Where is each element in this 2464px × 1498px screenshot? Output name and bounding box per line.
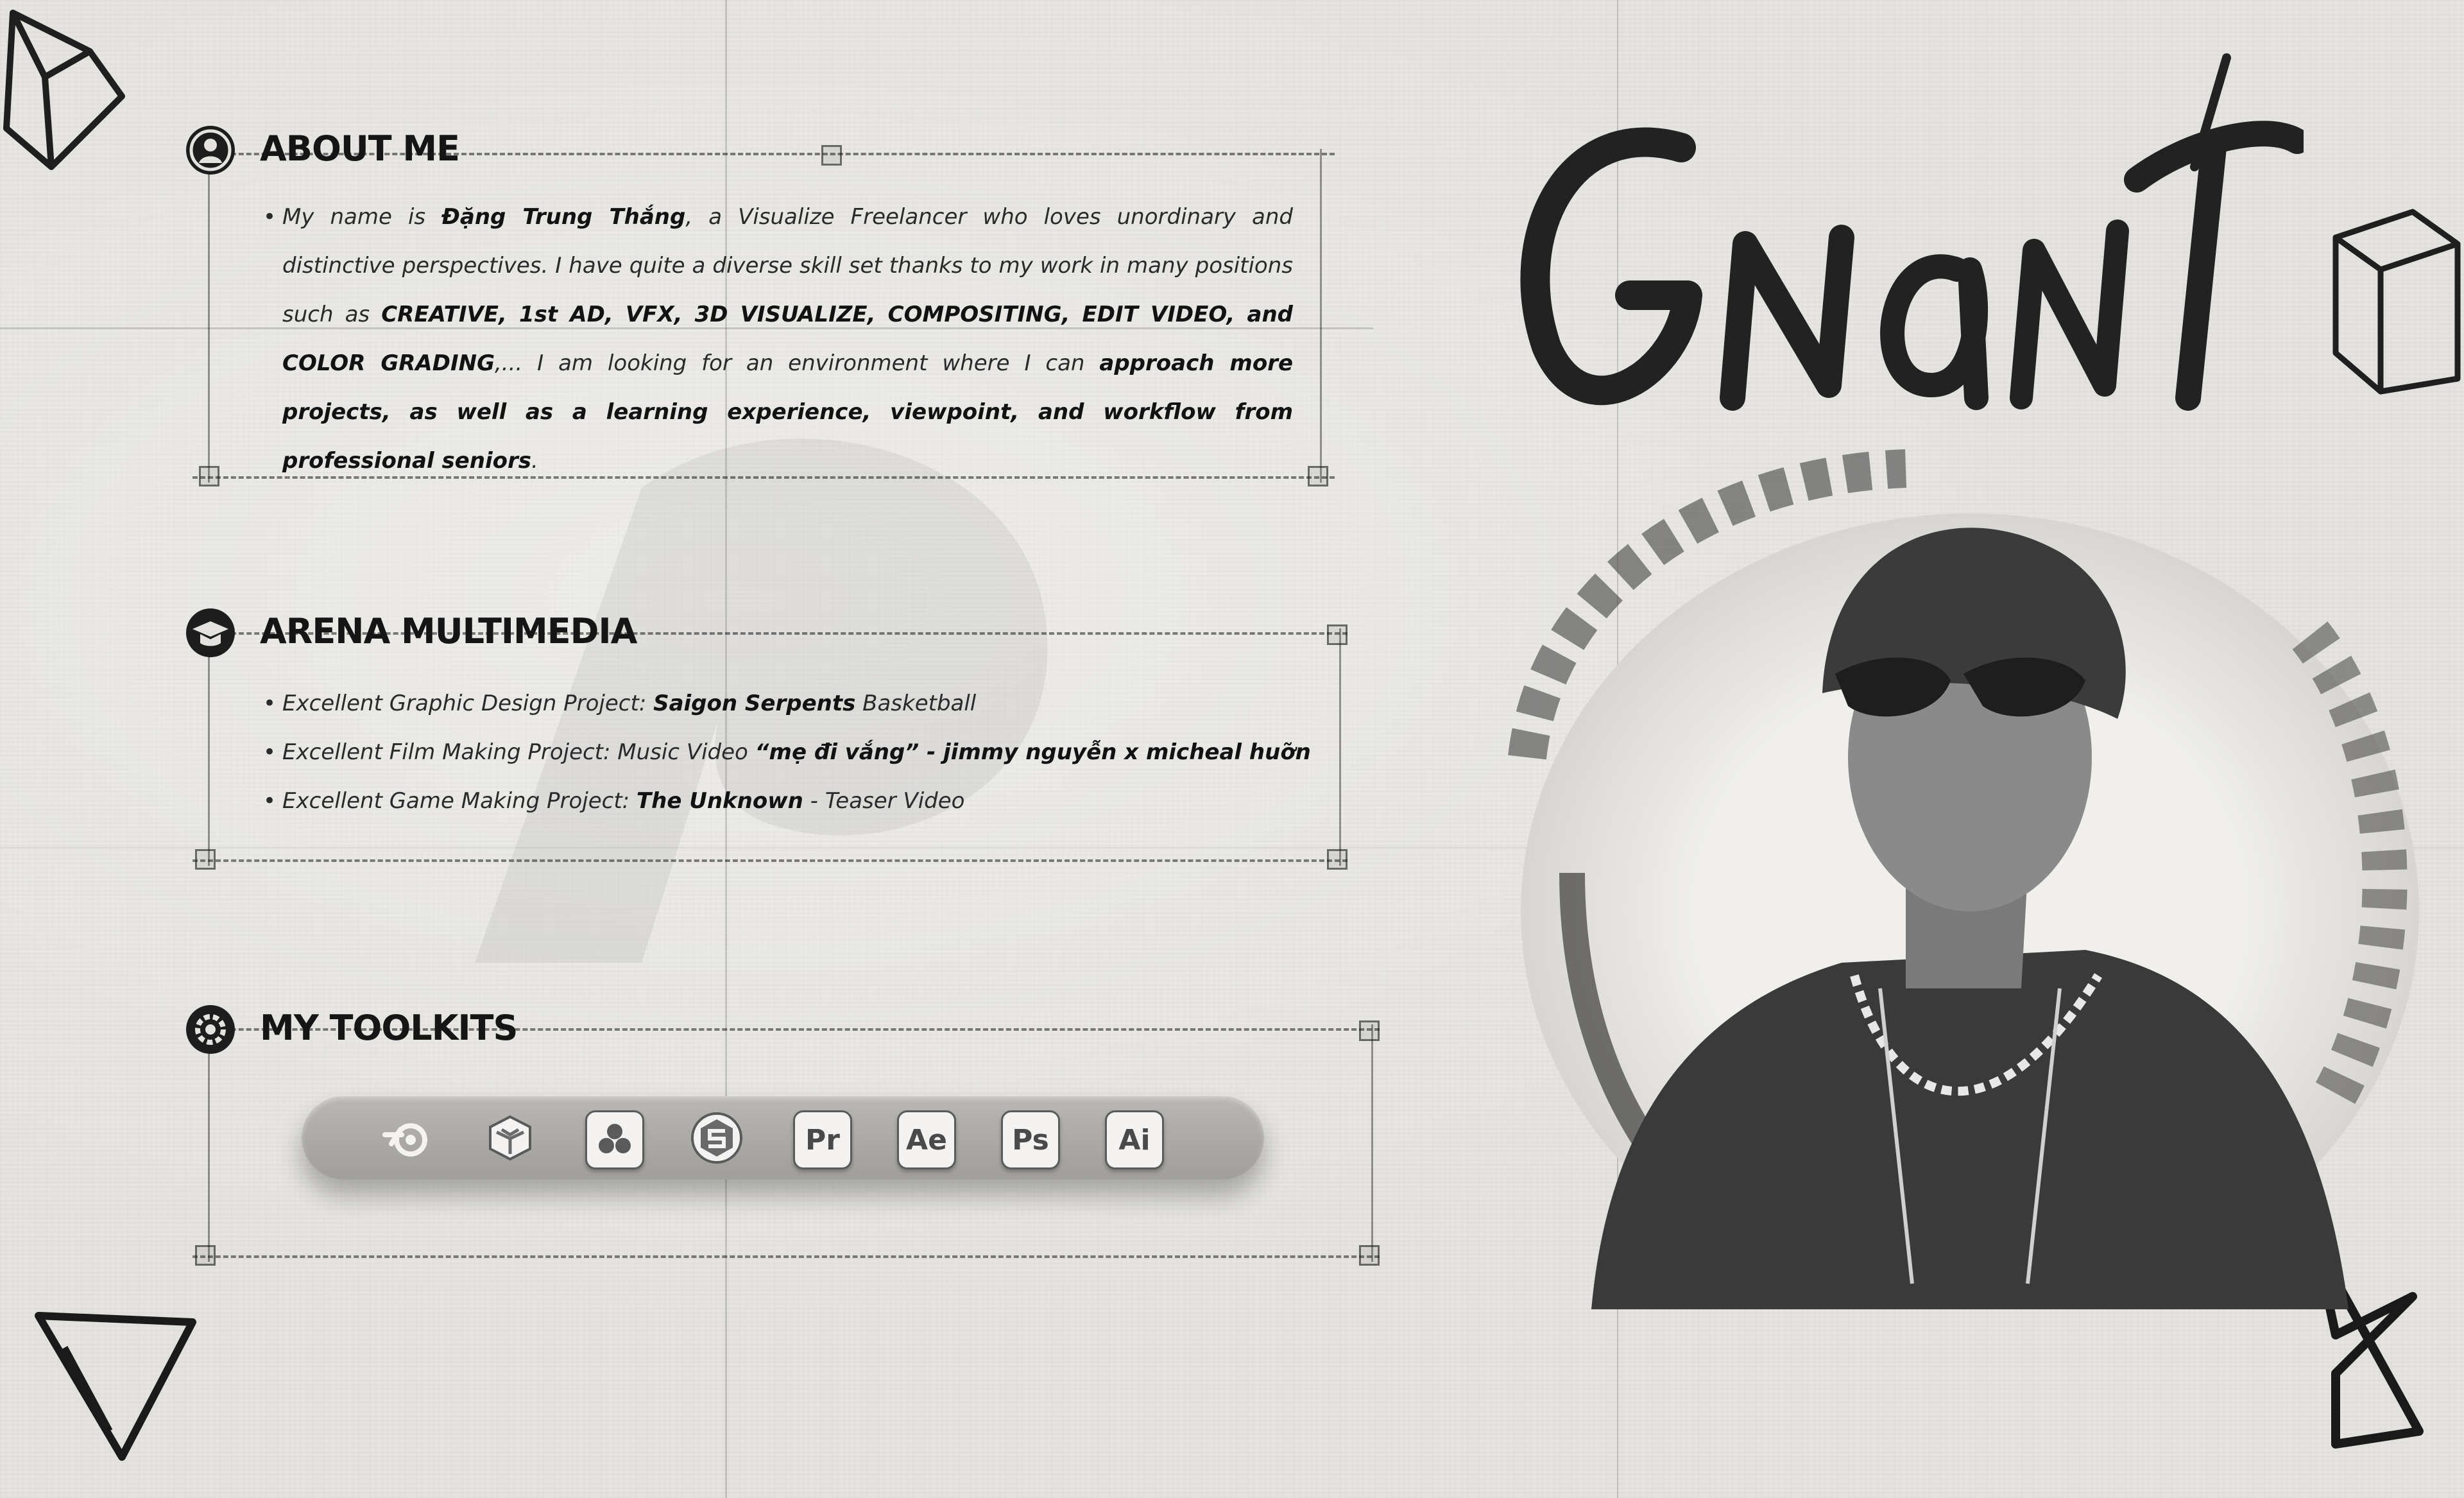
- after-effects-icon[interactable]: Ae: [897, 1110, 956, 1169]
- premiere-pro-icon[interactable]: Pr: [793, 1110, 852, 1169]
- about-title: ABOUT ME: [260, 128, 460, 169]
- toolkit-dock: Pr Ae Ps Ai: [302, 1096, 1264, 1180]
- author-name: Đặng Trung Thắng: [441, 204, 686, 230]
- graduation-cap-icon: [186, 608, 235, 657]
- arena-item-graphic-design: Excellent Graphic Design Project: Saigon…: [263, 679, 1296, 728]
- about-paragraph: My name is Đặng Trung Thắng, a Visualize…: [263, 193, 1293, 485]
- photoshop-icon[interactable]: Ps: [1001, 1110, 1060, 1169]
- substance-icon[interactable]: [689, 1110, 744, 1166]
- arena-body: Excellent Graphic Design Project: Saigon…: [263, 679, 1311, 825]
- illustrator-icon[interactable]: Ai: [1105, 1110, 1164, 1169]
- cube-sketch-icon: [2332, 209, 2461, 395]
- blender-icon[interactable]: [379, 1110, 434, 1166]
- user-icon: [186, 126, 235, 175]
- triangle-sketch-icon: [35, 1312, 196, 1461]
- toolkits-title: MY TOOLKITS: [260, 1008, 518, 1048]
- about-body: My name is Đặng Trung Thắng, a Visualize…: [263, 193, 1293, 485]
- gnant-signature: [1520, 53, 2304, 411]
- portrait-photo: [1508, 449, 2419, 1309]
- davinci-resolve-icon[interactable]: [585, 1110, 644, 1169]
- portfolio-page: ABOUT ME My name is Đặng Trung Thắng, a …: [0, 0, 2464, 1498]
- arena-item-film-making: Excellent Film Making Project: Music Vid…: [263, 728, 1311, 777]
- gear-icon: [186, 1005, 235, 1054]
- cube-sketch-icon: [3, 10, 125, 170]
- cinema4d-cube-icon[interactable]: [483, 1110, 538, 1166]
- arena-item-game-making: Excellent Game Making Project: The Unkno…: [263, 777, 1296, 825]
- arena-title: ARENA MULTIMEDIA: [260, 611, 637, 651]
